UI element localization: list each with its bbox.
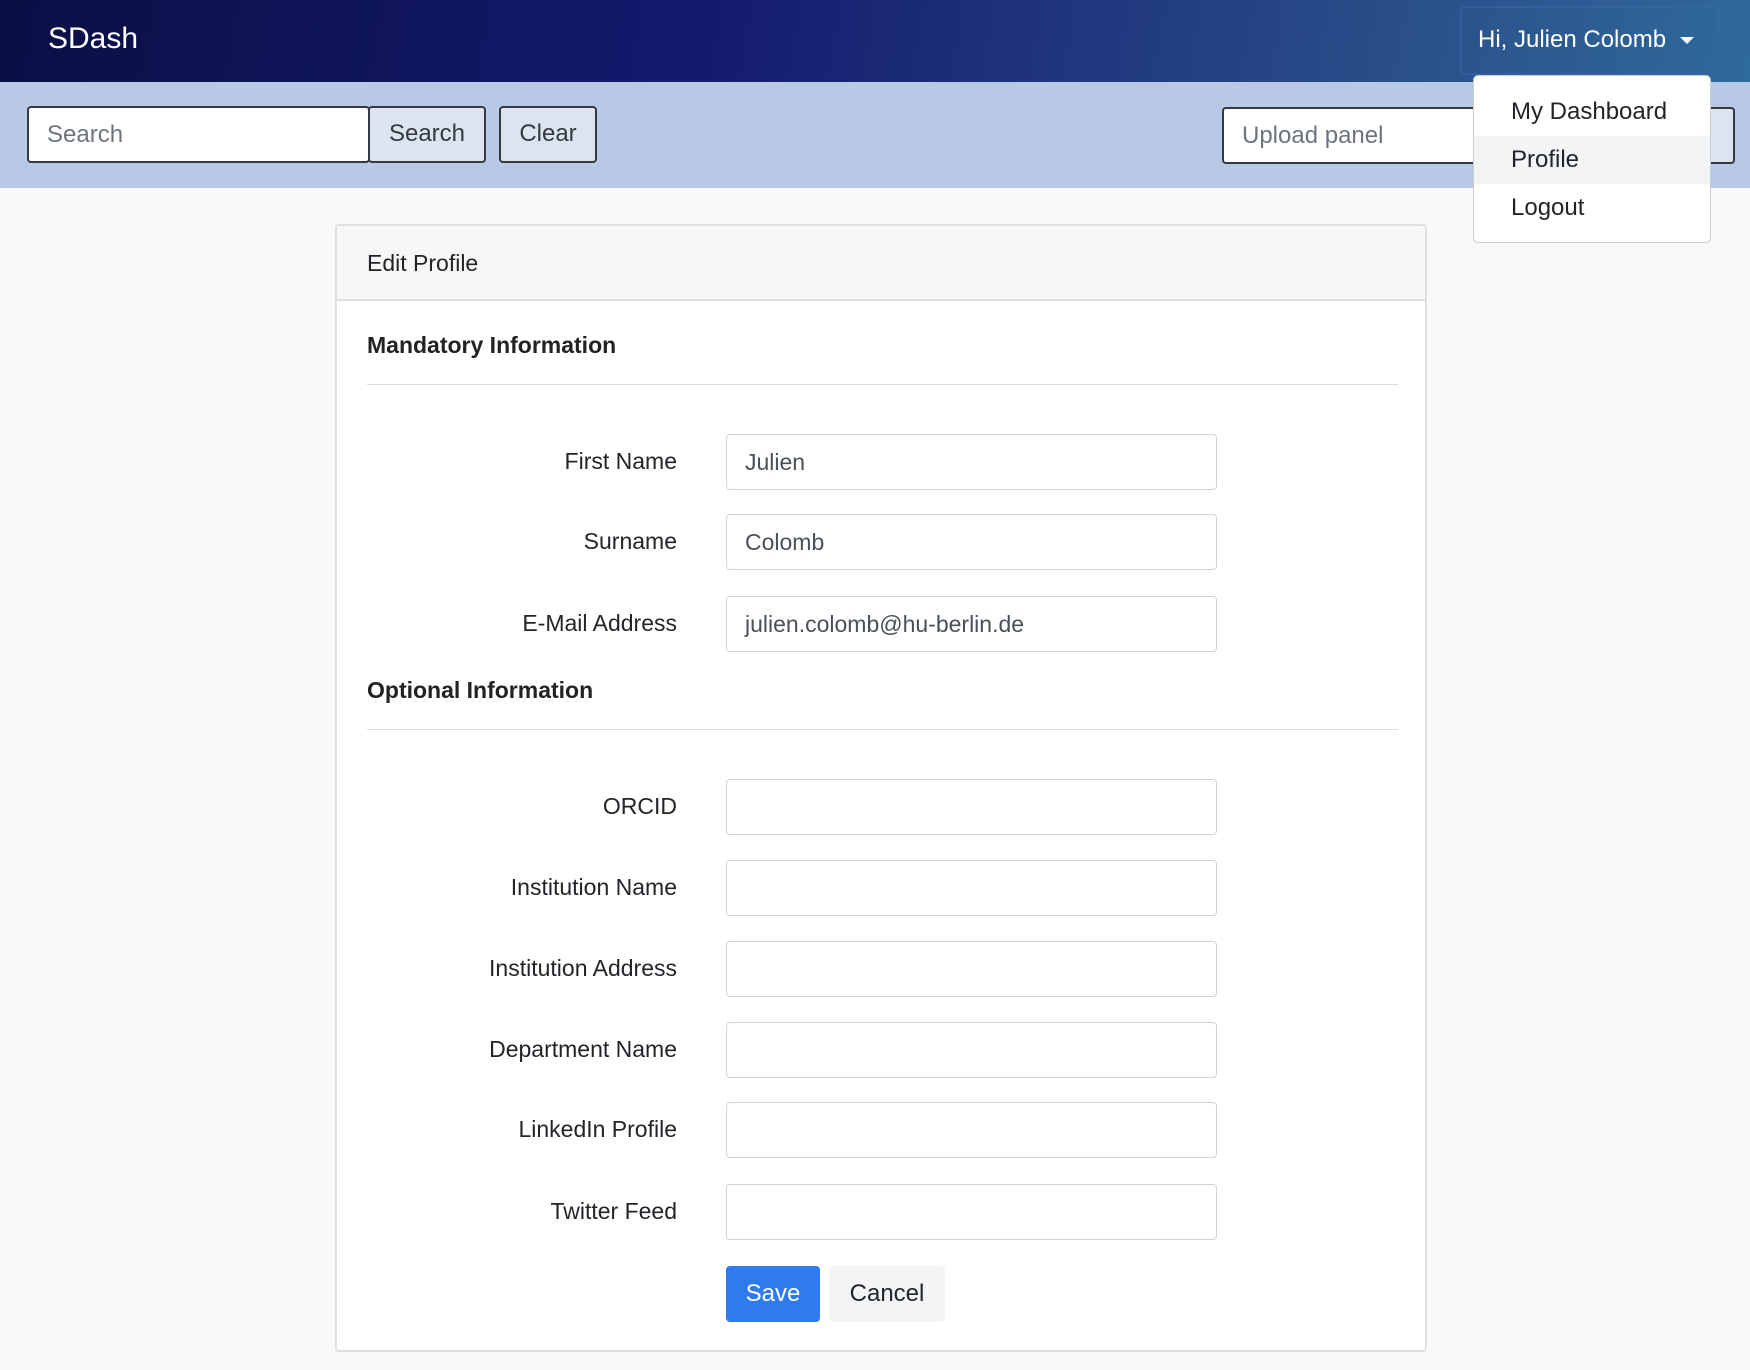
institution-name-field[interactable] <box>726 860 1217 916</box>
divider <box>367 384 1398 385</box>
menu-item-my-dashboard[interactable]: My Dashboard <box>1474 88 1710 136</box>
institution-address-label: Institution Address <box>489 955 677 981</box>
email-label: E-Mail Address <box>522 610 677 636</box>
user-menu-button[interactable]: Hi, Julien Colomb <box>1460 6 1719 75</box>
divider <box>367 729 1398 730</box>
user-dropdown-menu: My Dashboard Profile Logout <box>1473 75 1711 243</box>
linkedin-label: LinkedIn Profile <box>518 1116 677 1142</box>
search-button[interactable]: Search <box>368 106 486 163</box>
save-button[interactable]: Save <box>726 1266 820 1322</box>
twitter-field[interactable] <box>726 1184 1217 1240</box>
menu-item-logout[interactable]: Logout <box>1474 184 1710 232</box>
clear-button[interactable]: Clear <box>499 106 597 163</box>
institution-address-field[interactable] <box>726 941 1217 997</box>
institution-name-label: Institution Name <box>510 874 677 900</box>
caret-down-icon <box>1680 37 1695 45</box>
email-field[interactable]: julien.colomb@hu-berlin.de <box>726 596 1217 652</box>
first-name-label: First Name <box>564 448 677 474</box>
menu-item-profile[interactable]: Profile <box>1474 136 1710 184</box>
optional-heading: Optional Information <box>367 677 594 703</box>
cancel-button[interactable]: Cancel <box>829 1266 945 1322</box>
mandatory-heading: Mandatory Information <box>367 332 617 358</box>
user-menu-label: Hi, Julien Colomb <box>1478 26 1667 53</box>
linkedin-field[interactable] <box>726 1102 1217 1158</box>
surname-field[interactable]: Colomb <box>726 514 1217 570</box>
orcid-field[interactable] <box>726 779 1217 835</box>
edit-profile-card: Edit Profile Mandatory Information Optio… <box>335 224 1427 1352</box>
first-name-field[interactable]: Julien <box>726 434 1217 490</box>
brand-logo[interactable]: SDash <box>48 22 138 56</box>
navbar: SDash Hi, Julien Colomb <box>0 0 1750 82</box>
twitter-label: Twitter Feed <box>550 1198 677 1224</box>
surname-label: Surname <box>583 528 677 554</box>
department-name-field[interactable] <box>726 1022 1217 1078</box>
card-title: Edit Profile <box>337 226 1425 301</box>
orcid-label: ORCID <box>602 793 677 819</box>
department-name-label: Department Name <box>489 1036 677 1062</box>
search-input[interactable]: Search <box>27 106 370 163</box>
